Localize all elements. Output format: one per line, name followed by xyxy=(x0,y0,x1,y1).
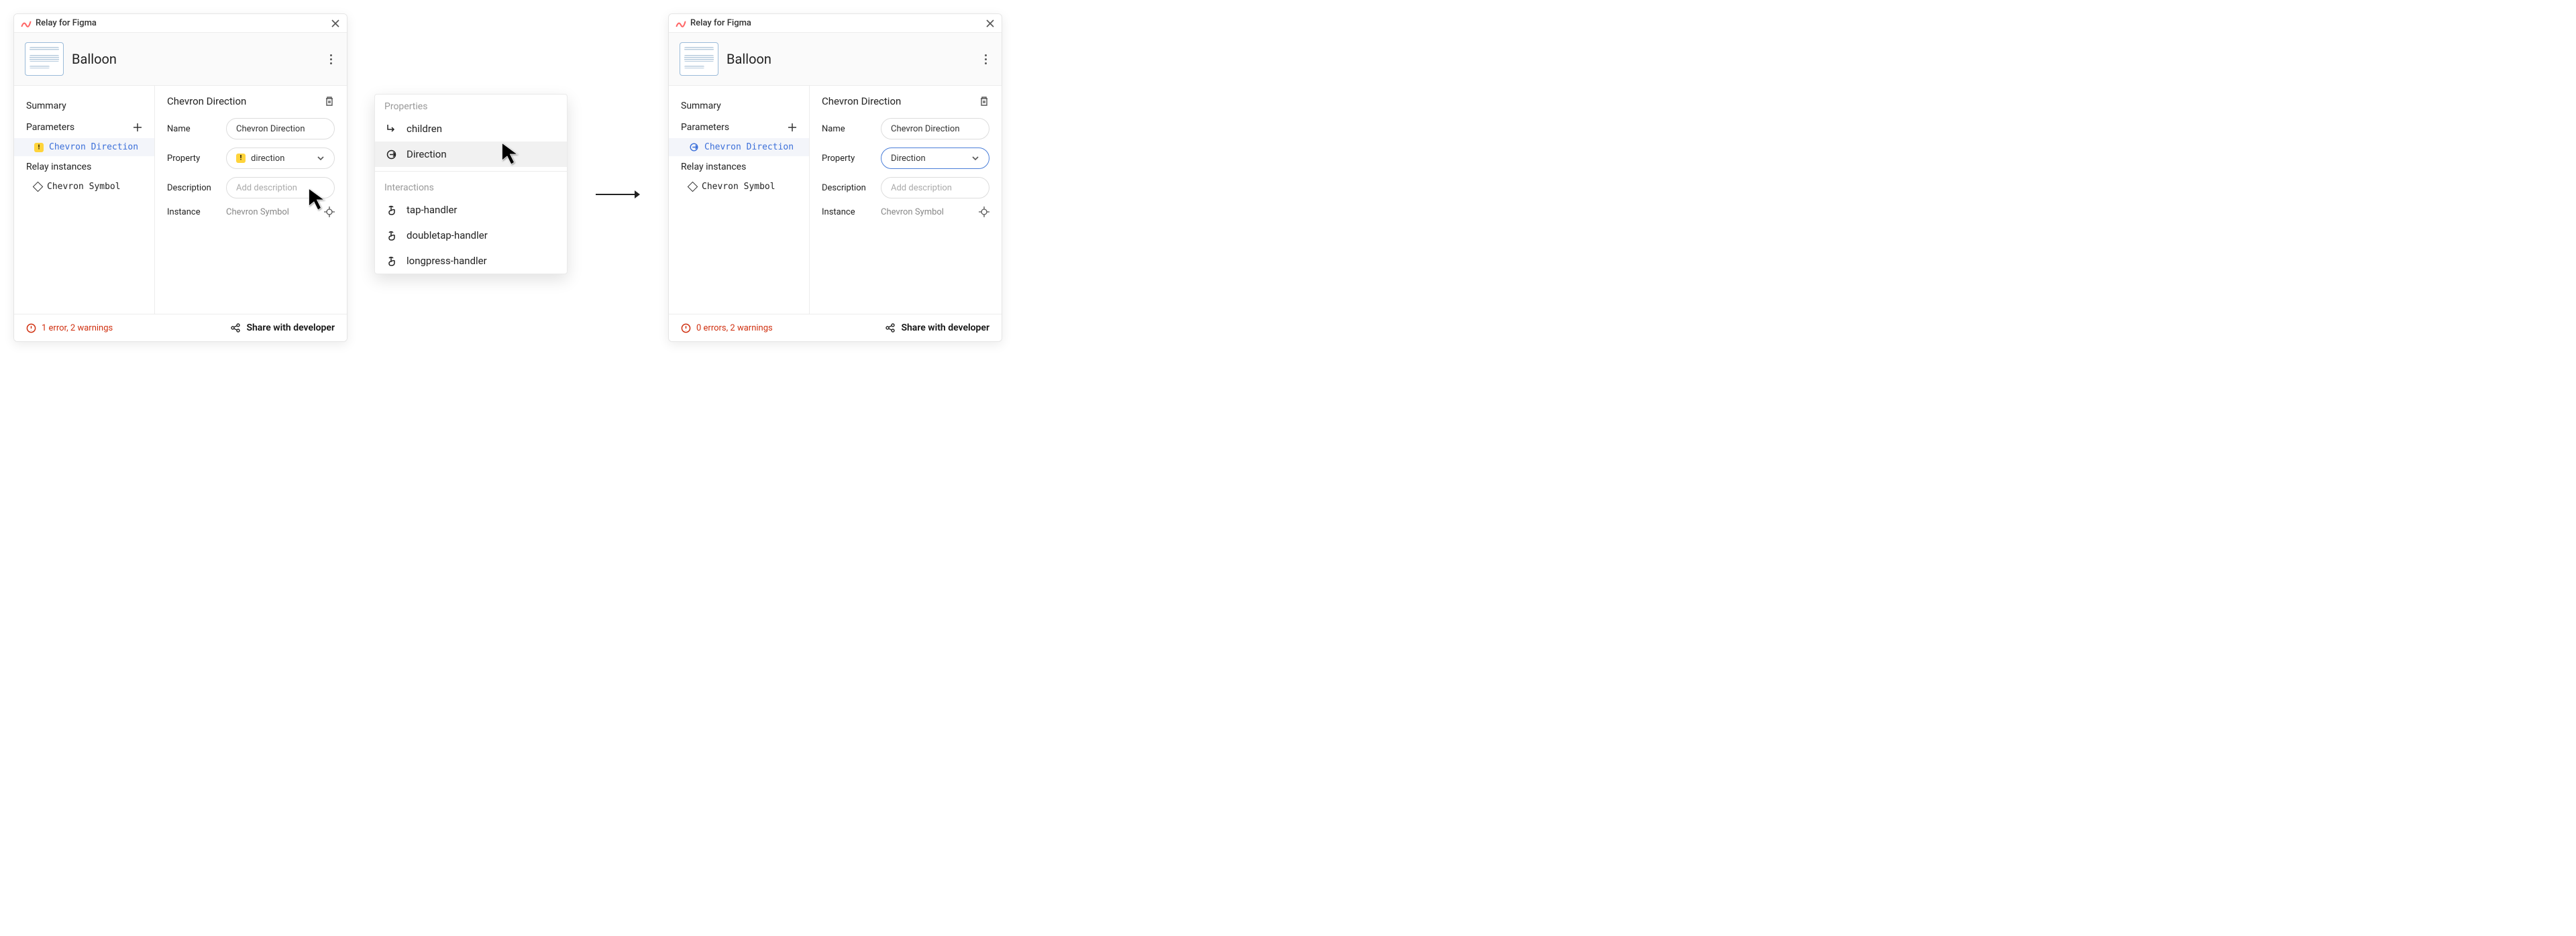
direction-icon xyxy=(386,149,397,160)
property-popover: Properties children Direction Interactio… xyxy=(374,94,568,274)
description-input[interactable]: Add description xyxy=(226,177,335,198)
popover-item-direction[interactable]: Direction xyxy=(375,141,567,167)
warning-icon xyxy=(34,143,44,152)
component-title: Balloon xyxy=(72,51,326,67)
sidebar-summary[interactable]: Summary xyxy=(669,95,809,117)
close-icon[interactable] xyxy=(985,19,995,28)
sidebar-param-item[interactable]: Chevron Direction xyxy=(669,138,809,156)
detail-pane: Chevron Direction Name Chevron Direction… xyxy=(810,86,1002,314)
sidebar-parameters[interactable]: Parameters xyxy=(14,117,154,138)
error-icon xyxy=(26,323,36,333)
trash-icon[interactable] xyxy=(324,96,335,107)
share-button[interactable]: Share with developer xyxy=(885,323,989,333)
relay-panel-before: Relay for Figma Balloon Summary Paramete… xyxy=(13,13,347,342)
sidebar-instance-item[interactable]: Chevron Symbol xyxy=(14,178,154,196)
kebab-menu-icon[interactable] xyxy=(981,50,991,68)
chevron-down-icon xyxy=(317,154,325,162)
component-thumbnail xyxy=(680,42,718,76)
close-icon[interactable] xyxy=(331,19,340,28)
doubletap-icon xyxy=(386,230,397,241)
direction-icon xyxy=(689,142,699,152)
instance-value: Chevron Symbol xyxy=(226,207,316,217)
popover-item-children[interactable]: children xyxy=(375,116,567,141)
component-title: Balloon xyxy=(727,51,981,67)
children-icon xyxy=(386,123,397,135)
relay-panel-after: Relay for Figma Balloon Summary Paramete… xyxy=(668,13,1002,342)
name-label: Name xyxy=(822,124,873,134)
popover-section-interactions: Interactions xyxy=(375,176,567,197)
share-button[interactable]: Share with developer xyxy=(230,323,335,333)
sidebar-summary[interactable]: Summary xyxy=(14,95,154,117)
kebab-menu-icon[interactable] xyxy=(326,50,336,68)
add-parameter-icon[interactable] xyxy=(788,123,797,132)
status-text[interactable]: 1 error, 2 warnings xyxy=(42,323,230,333)
popover-section-properties: Properties xyxy=(375,95,567,116)
instance-icon xyxy=(33,182,44,192)
property-label: Property xyxy=(822,154,873,164)
status-text[interactable]: 0 errors, 2 warnings xyxy=(696,323,885,333)
sidebar-instances[interactable]: Relay instances xyxy=(14,156,154,178)
panel-footer: 0 errors, 2 warnings Share with develope… xyxy=(669,314,1002,341)
popover-item-longpress[interactable]: longpress-handler xyxy=(375,248,567,274)
share-icon xyxy=(230,323,241,333)
sidebar-param-item[interactable]: Chevron Direction xyxy=(14,138,154,156)
instance-label: Instance xyxy=(822,207,873,217)
sidebar: Summary Parameters Chevron Direction Rel… xyxy=(14,86,155,314)
popover-item-tap[interactable]: tap-handler xyxy=(375,197,567,223)
panel-header: Relay for Figma xyxy=(669,14,1002,33)
detail-title: Chevron Direction xyxy=(822,95,979,107)
longpress-icon xyxy=(386,255,397,267)
instance-value: Chevron Symbol xyxy=(881,207,971,217)
relay-logo-icon xyxy=(21,19,32,27)
panel-header-title: Relay for Figma xyxy=(690,18,985,28)
sidebar-instances[interactable]: Relay instances xyxy=(669,156,809,178)
description-label: Description xyxy=(167,183,218,193)
property-select[interactable]: direction xyxy=(226,148,335,169)
property-select[interactable]: Direction xyxy=(881,148,989,169)
instance-icon xyxy=(688,182,698,192)
chevron-down-icon xyxy=(971,154,979,162)
sidebar: Summary Parameters Chevron Direction Rel… xyxy=(669,86,810,314)
component-bar: Balloon xyxy=(669,33,1002,86)
description-input[interactable]: Add description xyxy=(881,177,989,198)
property-label: Property xyxy=(167,154,218,164)
component-thumbnail xyxy=(25,42,64,76)
target-icon[interactable] xyxy=(324,207,335,217)
description-label: Description xyxy=(822,183,873,193)
share-icon xyxy=(885,323,896,333)
target-icon[interactable] xyxy=(979,207,989,217)
sidebar-parameters[interactable]: Parameters xyxy=(669,117,809,138)
panel-header: Relay for Figma xyxy=(14,14,347,33)
error-icon xyxy=(681,323,691,333)
name-label: Name xyxy=(167,124,218,134)
sidebar-instance-item[interactable]: Chevron Symbol xyxy=(669,178,809,196)
detail-title: Chevron Direction xyxy=(167,95,324,107)
relay-logo-icon xyxy=(676,19,686,27)
name-input[interactable]: Chevron Direction xyxy=(881,118,989,139)
transition-arrow-icon xyxy=(594,188,641,204)
instance-label: Instance xyxy=(167,207,218,217)
tap-icon xyxy=(386,204,397,216)
detail-pane: Chevron Direction Name Chevron Direction… xyxy=(155,86,347,314)
name-input[interactable]: Chevron Direction xyxy=(226,118,335,139)
panel-header-title: Relay for Figma xyxy=(36,18,331,28)
popover-item-doubletap[interactable]: doubletap-handler xyxy=(375,223,567,248)
panel-footer: 1 error, 2 warnings Share with developer xyxy=(14,314,347,341)
component-bar: Balloon xyxy=(14,33,347,86)
warning-icon xyxy=(236,154,246,163)
trash-icon[interactable] xyxy=(979,96,989,107)
add-parameter-icon[interactable] xyxy=(133,123,142,132)
